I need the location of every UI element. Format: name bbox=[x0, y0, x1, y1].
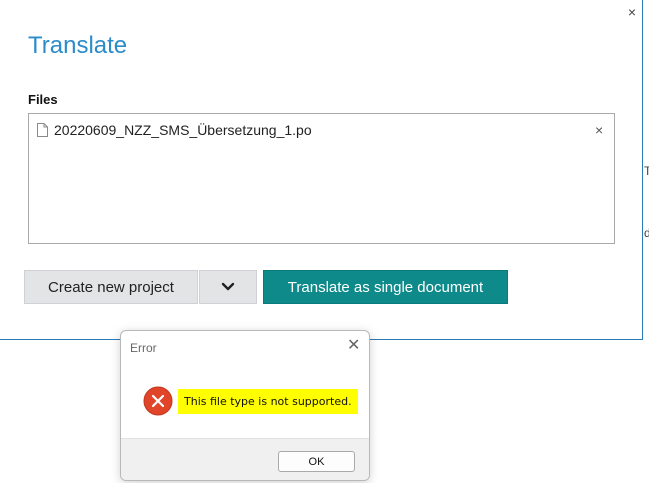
remove-file-icon[interactable]: × bbox=[595, 123, 603, 137]
translate-single-document-button[interactable]: Translate as single document bbox=[263, 270, 508, 304]
file-icon bbox=[37, 123, 48, 137]
error-dialog-footer: OK bbox=[121, 438, 369, 480]
error-dialog-body: This file type is not supported. bbox=[121, 366, 369, 438]
file-list[interactable]: 20220609_NZZ_SMS_Übersetzung_1.po × bbox=[28, 113, 615, 244]
files-label: Files bbox=[28, 92, 58, 107]
error-message: This file type is not supported. bbox=[178, 389, 358, 414]
create-project-dropdown-button[interactable] bbox=[199, 270, 257, 304]
background-window-edge: T d bbox=[643, 0, 649, 483]
translate-dialog: × Translate Files 20220609_NZZ_SMS_Übers… bbox=[0, 0, 643, 340]
dialog-title: Translate bbox=[28, 32, 128, 59]
close-icon[interactable]: ✕ bbox=[347, 338, 360, 354]
chevron-down-icon bbox=[221, 282, 235, 291]
error-dialog-title: Error bbox=[130, 341, 157, 355]
background-text-fragment: d bbox=[644, 226, 649, 240]
create-new-project-button[interactable]: Create new project bbox=[24, 270, 198, 304]
file-name: 20220609_NZZ_SMS_Übersetzung_1.po bbox=[54, 122, 312, 138]
close-icon[interactable]: × bbox=[625, 5, 639, 19]
background-text-fragment: T bbox=[644, 164, 649, 178]
file-list-item[interactable]: 20220609_NZZ_SMS_Übersetzung_1.po bbox=[37, 121, 312, 139]
ok-button[interactable]: OK bbox=[278, 451, 355, 472]
error-dialog: Error ✕ This file type is not supported.… bbox=[120, 330, 370, 481]
error-icon bbox=[143, 386, 173, 416]
